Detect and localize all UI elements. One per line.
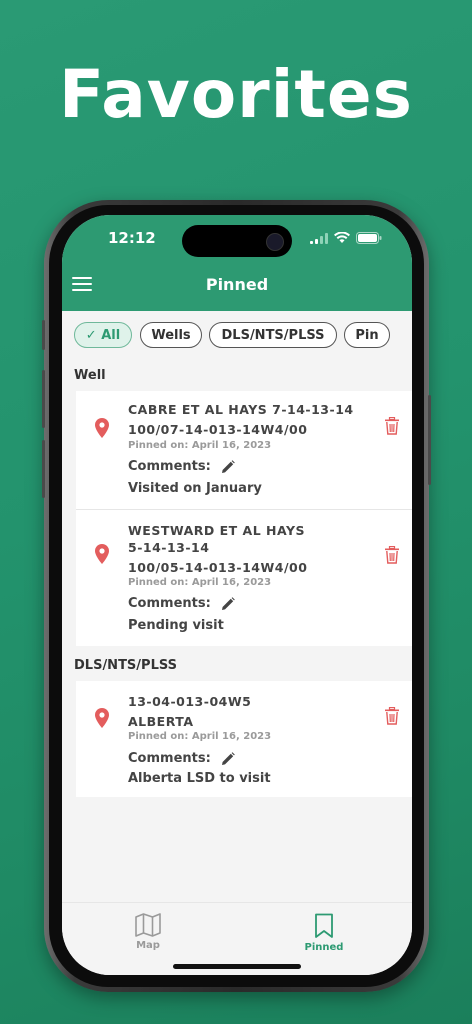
trash-icon[interactable]: [384, 417, 400, 435]
list-item[interactable]: CABRE ET AL HAYS 7-14-13-14 100/07-14-01…: [76, 391, 412, 509]
edit-icon[interactable]: [221, 751, 235, 766]
tab-pinned[interactable]: Pinned: [284, 913, 364, 953]
pin-icon: [95, 544, 109, 564]
status-icons: [310, 232, 382, 244]
item-title-line: 5-14-13-14: [128, 540, 210, 555]
filter-chip-all[interactable]: ✓ All: [74, 322, 132, 348]
item-title-line: 100/05-14-013-14W4/00: [128, 560, 308, 575]
item-title-line: WESTWARD ET AL HAYS: [128, 523, 306, 538]
comment-text: Alberta LSD to visit: [128, 771, 271, 786]
map-icon: [135, 913, 161, 937]
status-time: 12:12: [108, 229, 156, 247]
item-title-line: 100/07-14-013-14W4/00: [128, 422, 308, 437]
tab-map[interactable]: Map: [108, 913, 188, 951]
filter-chip-wells[interactable]: Wells: [140, 322, 202, 348]
section-label-well: Well: [74, 368, 106, 383]
item-title-line: 13-04-013-04W5: [128, 694, 252, 709]
item-title-line: CABRE ET AL HAYS 7-14-13-14: [128, 402, 354, 417]
filter-chip-pin[interactable]: Pin: [344, 322, 390, 348]
pin-icon: [95, 708, 109, 728]
tab-label-map: Map: [136, 940, 160, 951]
battery-icon: [356, 232, 382, 244]
edit-icon[interactable]: [221, 459, 235, 474]
pinned-date: Pinned on: April 16, 2023: [128, 577, 272, 588]
headline: Favorites: [59, 56, 413, 133]
app-header: 12:12 Pinned: [62, 215, 412, 311]
signal-icon: [310, 232, 328, 244]
bookmark-icon: [315, 913, 333, 938]
comments-label: Comments:: [128, 596, 211, 611]
tab-label-pinned: Pinned: [304, 942, 344, 953]
filter-chip-dls[interactable]: DLS/NTS/PLSS: [209, 322, 337, 348]
item-title-line: ALBERTA: [128, 714, 194, 729]
wifi-icon: [334, 232, 350, 243]
trash-icon[interactable]: [384, 546, 400, 564]
pinned-date: Pinned on: April 16, 2023: [128, 440, 272, 451]
comments-label: Comments:: [128, 751, 211, 766]
section-label-dls: DLS/NTS/PLSS: [74, 658, 177, 673]
edit-icon[interactable]: [221, 596, 235, 611]
comments-label: Comments:: [128, 459, 211, 474]
filter-bar: ✓ All Wells DLS/NTS/PLSS Pin: [62, 311, 412, 363]
pin-icon: [95, 418, 109, 438]
comment-text: Pending visit: [128, 618, 224, 633]
list-item[interactable]: WESTWARD ET AL HAYS 5-14-13-14 100/05-14…: [76, 510, 412, 646]
screen: 12:12 Pinned ✓ All Wells DLS/NTS/PLSS Pi…: [62, 215, 412, 975]
pinned-date: Pinned on: April 16, 2023: [128, 731, 272, 742]
comment-text: Visited on January: [128, 481, 262, 496]
home-indicator: [173, 964, 301, 969]
page-title: Pinned: [205, 275, 269, 294]
dynamic-island: [182, 225, 292, 257]
check-icon: ✓: [85, 328, 97, 343]
trash-icon[interactable]: [384, 707, 400, 725]
list-item[interactable]: 13-04-013-04W5 ALBERTA Pinned on: April …: [76, 681, 412, 797]
